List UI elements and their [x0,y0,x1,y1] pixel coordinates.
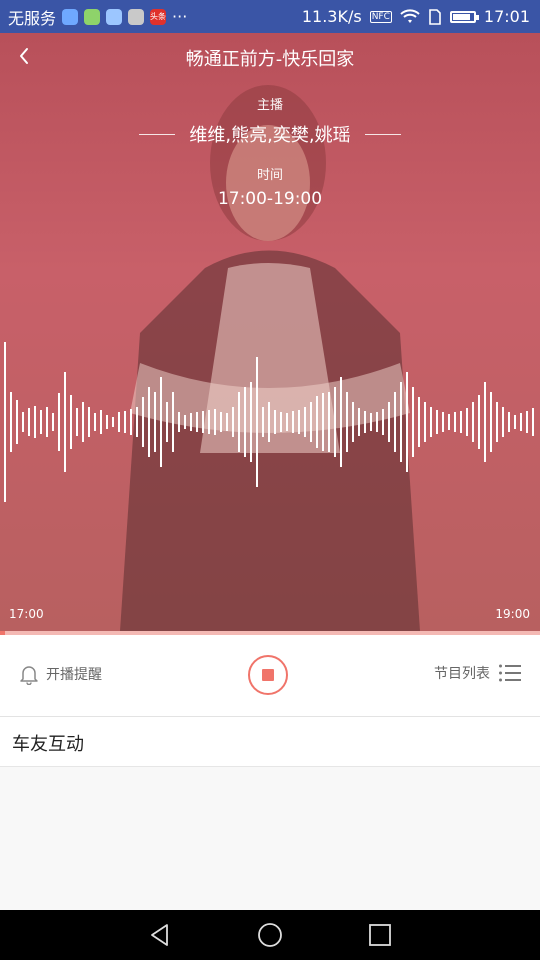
program-title: 畅通正前方-快乐回家 [185,49,355,70]
notification-bank-icon [128,8,145,25]
audio-waveform [4,342,534,502]
nav-home-circle-icon[interactable] [257,922,283,948]
network-speed: 11.3K/s [301,7,362,26]
notification-app-icon [62,8,79,25]
start-time: 17:00 [9,607,44,621]
time-range: 17:00-19:00 [217,189,323,209]
time-label: 时间 [256,168,283,183]
stop-icon [262,669,274,681]
nav-back-triangle-icon[interactable] [147,922,173,948]
clock: 17:01 [483,7,530,26]
host-line: 维维,熊亮,奕樊,姚瑶 [0,121,540,147]
notification-map-icon [106,8,123,25]
notification-news-icon: 头条 [150,8,167,25]
notification-browser-icon [84,8,101,25]
sim-card-icon [429,8,441,25]
program-hero: 畅通正前方-快乐回家 主播 维维,熊亮,奕樊,姚瑶 时间 17:00-19:00… [0,33,540,631]
bell-icon [20,666,38,685]
interaction-content [0,767,540,910]
list-icon [499,664,521,682]
status-bar: 无服务 头条 ··· 11.3K/s NFC 17:01 [0,0,540,33]
remind-label: 开播提醒 [46,667,102,683]
system-navigation-bar [0,910,540,960]
carrier-text: 无服务 [8,8,57,28]
host-label: 主播 [256,98,283,113]
program-list-button[interactable]: 节目列表 [434,663,522,683]
divider-left [139,133,176,135]
more-notifications-icon: ··· [172,7,188,26]
top-bar: 畅通正前方-快乐回家 [0,33,540,79]
wifi-icon [400,8,420,23]
nav-recents-square-icon[interactable] [367,922,393,948]
nfc-icon: NFC [369,10,392,23]
program-list-label: 节目列表 [434,666,490,682]
divider-right [364,133,401,135]
end-time: 19:00 [495,607,530,621]
remind-button[interactable]: 开播提醒 [18,663,102,685]
section-title: 车友互动 [12,734,84,755]
stop-button[interactable] [248,655,288,695]
host-names: 维维,熊亮,奕樊,姚瑶 [189,125,351,146]
interaction-section-header: 车友互动 [0,717,540,767]
battery-icon [449,10,479,23]
player-controls: 开播提醒 节目列表 [0,635,540,717]
